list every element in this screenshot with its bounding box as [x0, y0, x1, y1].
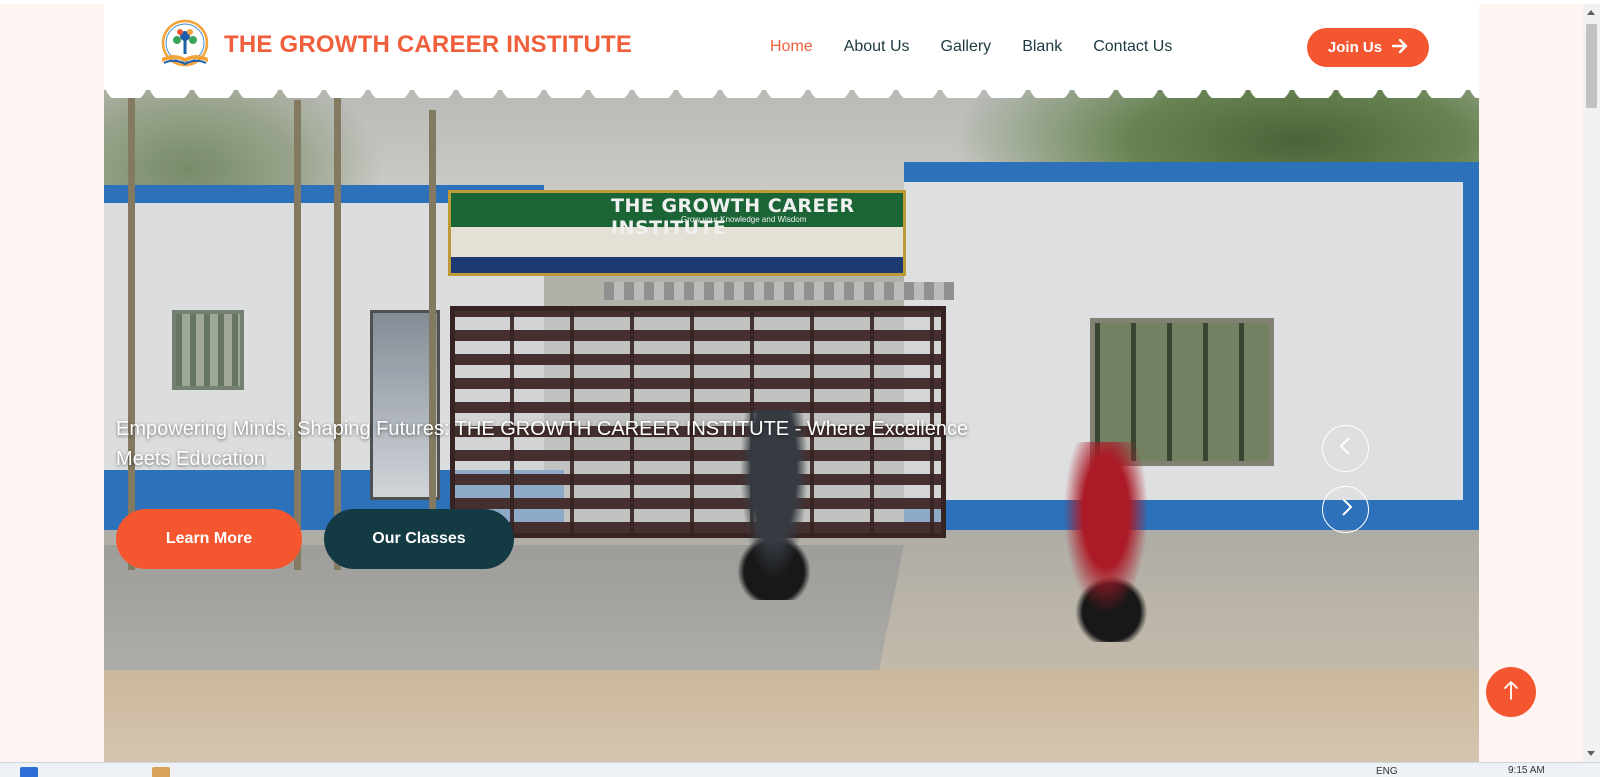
main-nav: Home About Us Gallery Blank Contact Us [770, 38, 1203, 56]
brand-name[interactable]: THE GROWTH CAREER INSTITUTE [224, 31, 632, 59]
os-taskbar: ENG 9:15 AM [0, 762, 1600, 777]
page-container: THE GROWTH CAREER INSTITUTE Grow your Kn… [104, 4, 1479, 762]
language-indicator[interactable]: ENG [1376, 766, 1398, 777]
arrow-right-icon [1391, 38, 1408, 57]
join-us-button[interactable]: Join Us [1307, 28, 1429, 67]
scroll-up-arrow-icon[interactable] [1587, 10, 1595, 15]
nav-contact-us[interactable]: Contact Us [1093, 38, 1172, 56]
learn-more-button[interactable]: Learn More [116, 509, 302, 569]
carousel-next-button[interactable] [1322, 486, 1369, 533]
chevron-left-icon [1338, 436, 1354, 461]
nav-home[interactable]: Home [770, 38, 813, 56]
app-icon[interactable] [152, 767, 170, 777]
nav-about-us[interactable]: About Us [844, 38, 910, 56]
arrow-up-icon [1503, 680, 1519, 705]
chevron-right-icon [1338, 497, 1354, 522]
page-scrollbar[interactable] [1583, 4, 1600, 762]
start-icon[interactable] [20, 767, 38, 777]
nav-blank[interactable]: Blank [1022, 38, 1062, 56]
our-classes-button[interactable]: Our Classes [324, 509, 514, 569]
clock[interactable]: 9:15 AM [1508, 765, 1545, 776]
scroll-thumb[interactable] [1586, 24, 1597, 108]
scroll-down-arrow-icon[interactable] [1587, 751, 1595, 756]
hero-headline: Empowering Minds, Shaping Futures: THE G… [116, 418, 969, 470]
back-to-top-button[interactable] [1486, 667, 1536, 717]
join-us-label: Join Us [1327, 39, 1383, 56]
carousel-prev-button[interactable] [1322, 425, 1369, 472]
logo-icon[interactable] [156, 18, 214, 76]
site-header: THE GROWTH CAREER INSTITUTE Home About U… [104, 4, 1479, 90]
nav-gallery[interactable]: Gallery [941, 38, 992, 56]
